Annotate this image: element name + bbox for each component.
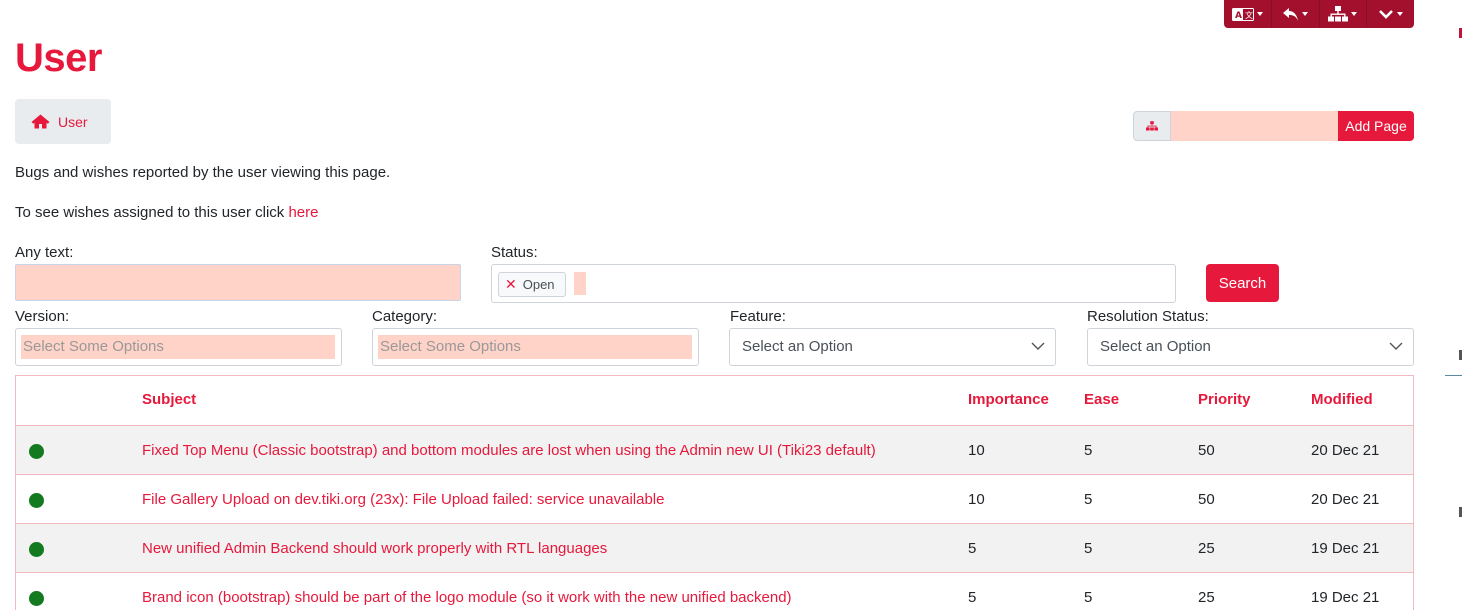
row-subject-link[interactable]: Fixed Top Menu (Classic bootstrap) and b… [142,442,876,459]
status-search-field[interactable] [574,272,586,295]
row-priority: 50 [1198,442,1215,459]
row-subject-link[interactable]: File Gallery Upload on dev.tiki.org (23x… [142,491,664,508]
status-chip-label: Open [522,277,555,292]
top-toolbar: A 文 [1224,0,1414,28]
edge-marker [1445,375,1462,376]
results-table: Subject Importance Ease Priority Modifie… [15,375,1414,610]
row-importance: 5 [968,540,977,557]
resolution-select-value: Select an Option [1100,338,1211,355]
resolution-select[interactable]: Select an Option [1087,328,1414,366]
category-placeholder: Select Some Options [378,335,692,359]
row-priority: 50 [1198,491,1215,508]
any-text-label: Any text: [15,244,74,261]
page-description: Bugs and wishes reported by the user vie… [15,164,391,181]
structure-button[interactable] [1320,0,1368,28]
assigned-link[interactable]: here [288,204,318,221]
table-header: Subject Importance Ease Priority Modifie… [16,376,1413,426]
caret-icon [1302,12,1309,16]
caret-icon [1256,12,1263,16]
column-importance[interactable]: Importance [968,391,1049,408]
row-modified: 20 Dec 21 [1311,442,1380,459]
status-chip-open[interactable]: ✕ Open [498,272,566,297]
row-ease: 5 [1084,442,1093,459]
home-icon [31,114,50,129]
search-button[interactable]: Search [1206,264,1279,302]
svg-text:文: 文 [1245,10,1253,20]
table-row: Brand icon (bootstrap) should be part of… [16,573,1413,610]
translate-icon: A 文 [1231,7,1254,21]
page-title: User [15,36,102,80]
table-row: New unified Admin Backend should work pr… [16,524,1413,573]
status-multiselect[interactable]: ✕ Open [491,264,1176,303]
add-page-button[interactable]: Add Page [1338,111,1414,141]
row-importance: 10 [968,491,985,508]
chevron-down-icon [1389,342,1403,350]
caret-icon [1351,12,1358,16]
category-multiselect[interactable]: Select Some Options [372,328,699,366]
page-name-input[interactable] [1171,111,1338,141]
table-row: Fixed Top Menu (Classic bootstrap) and b… [16,426,1413,475]
row-priority: 25 [1198,540,1215,557]
more-button[interactable] [1367,0,1414,28]
feature-label: Feature: [730,308,786,325]
version-placeholder: Select Some Options [21,335,335,359]
column-subject[interactable]: Subject [142,391,196,408]
any-text-input[interactable] [15,264,461,301]
status-label: Status: [491,244,538,261]
assigned-prefix: To see wishes assigned to this user clic… [15,204,285,221]
chevron-down-icon [1031,342,1045,350]
add-page-group: Add Page [1133,111,1414,141]
feature-select-value: Select an Option [742,338,853,355]
row-ease: 5 [1084,491,1093,508]
row-modified: 19 Dec 21 [1311,540,1380,557]
row-ease: 5 [1084,540,1093,557]
structure-selector[interactable] [1133,111,1171,141]
chevron-down-icon [1379,10,1394,19]
column-modified[interactable]: Modified [1311,391,1373,408]
undo-icon [1283,7,1299,21]
table-row: File Gallery Upload on dev.tiki.org (23x… [16,475,1413,524]
svg-text:A: A [1235,11,1242,21]
version-label: Version: [15,308,70,325]
version-multiselect[interactable]: Select Some Options [15,328,342,366]
remove-icon[interactable]: ✕ [505,276,517,293]
column-priority[interactable]: Priority [1198,391,1251,408]
breadcrumb-home[interactable]: User [15,99,111,144]
undo-button[interactable] [1272,0,1320,28]
caret-icon [1397,12,1404,16]
status-open-icon [29,493,44,508]
row-modified: 19 Dec 21 [1311,589,1380,606]
sitemap-icon [1328,6,1349,22]
row-modified: 20 Dec 21 [1311,491,1380,508]
row-importance: 10 [968,442,985,459]
status-open-icon [29,591,44,606]
column-ease[interactable]: Ease [1084,391,1119,408]
resolution-label: Resolution Status: [1087,308,1209,325]
feature-select[interactable]: Select an Option [729,328,1056,366]
row-priority: 25 [1198,589,1215,606]
row-subject-link[interactable]: New unified Admin Backend should work pr… [142,540,607,557]
status-open-icon [29,542,44,557]
status-open-icon [29,444,44,459]
category-label: Category: [372,308,438,325]
row-importance: 5 [968,589,977,606]
breadcrumb-label: User [58,113,88,130]
row-subject-link[interactable]: Brand icon (bootstrap) should be part of… [142,589,792,606]
assigned-note: To see wishes assigned to this user clic… [15,204,319,221]
sitemap-icon [1146,121,1158,131]
row-ease: 5 [1084,589,1093,606]
translate-button[interactable]: A 文 [1224,0,1272,28]
